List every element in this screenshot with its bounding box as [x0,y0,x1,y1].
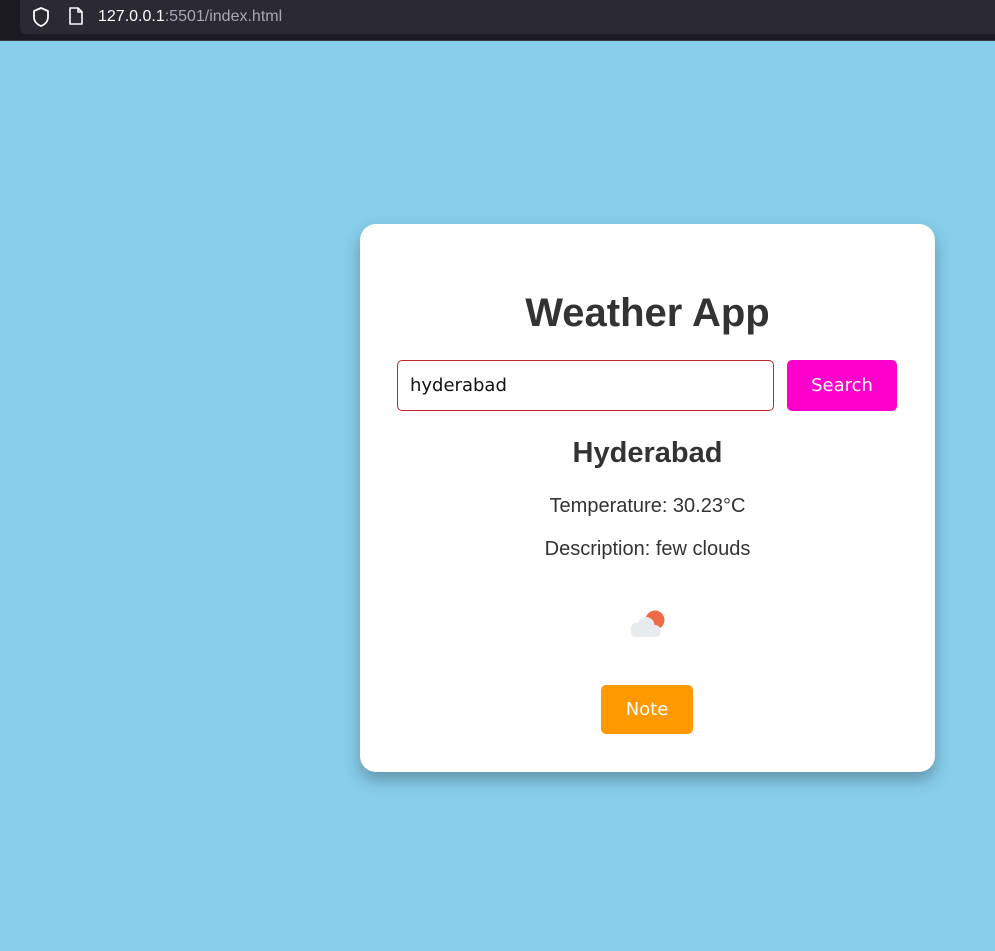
shield-icon[interactable] [31,6,51,28]
city-name: Hyderabad [572,437,723,469]
app-title: Weather App [525,291,770,335]
browser-toolbar: 127.0.0.1:5501/index.html [0,0,995,41]
url-path: :5501/index.html [164,8,283,25]
temperature-text: Temperature: 30.23°C [549,495,746,517]
page-icon [69,7,83,25]
city-search-input[interactable] [397,360,774,411]
description-text: Description: few clouds [544,538,751,560]
url-host: 127.0.0.1 [98,8,165,25]
note-button[interactable]: Note [601,685,693,734]
url-text[interactable]: 127.0.0.1:5501/index.html [98,7,282,27]
search-button[interactable]: Search [787,360,897,411]
few-clouds-icon [630,610,665,637]
weather-card: Weather App Search Hyderabad Temperature… [360,224,935,772]
